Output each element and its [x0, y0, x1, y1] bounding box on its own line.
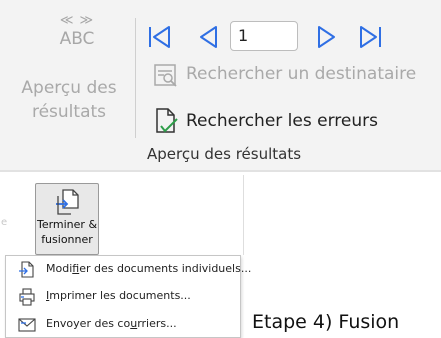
preview-chevrons: ≪ ≫ [59, 13, 95, 28]
preview-results-icon[interactable]: ≪ ≫ ABC [50, 14, 104, 54]
finish-merge-icon [56, 189, 79, 215]
group-separator [243, 175, 244, 255]
preview-label-line1: Aperçu des [21, 78, 117, 98]
menu-item-print-documents-label: Imprimer les documents... [46, 289, 191, 302]
first-record-icon [149, 26, 170, 48]
last-record-icon [360, 26, 381, 48]
envelope-icon [18, 316, 36, 334]
last-record-button[interactable] [357, 23, 383, 51]
next-record-icon [318, 26, 335, 48]
first-record-button[interactable] [147, 23, 173, 51]
preview-abc-text: ABC [59, 29, 95, 49]
partial-edge-char: e [1, 217, 8, 228]
menu-item-print-documents[interactable]: Imprimer les documents... [6, 285, 240, 309]
group-label-preview-results: Aperçu des résultats [147, 145, 302, 163]
mailings-ribbon: ≪ ≫ ABC Aperçu des résultats 1 Recherche… [0, 0, 441, 172]
label-part: mprimer les documents... [49, 289, 191, 302]
preview-label-line2: résultats [31, 102, 107, 122]
menu-item-edit-documents-label: Modifier des documents individuels... [46, 262, 251, 275]
previous-record-button[interactable] [196, 23, 222, 51]
record-number-input[interactable]: 1 [230, 21, 298, 51]
menu-item-send-emails-label: Envoyer des courriers... [46, 317, 177, 330]
finish-merge-menu: Modifier des documents individuels... Im… [5, 255, 251, 338]
printer-icon [18, 288, 36, 306]
record-number-value: 1 [238, 26, 249, 45]
ribbon-divider [0, 170, 441, 172]
menu-item-send-emails[interactable]: Envoyer des courriers... [6, 313, 240, 337]
finish-merge-line1: Terminer & [36, 218, 98, 231]
check-errors-icon [152, 106, 180, 134]
check-errors-button[interactable]: Rechercher les erreurs [186, 111, 378, 131]
next-record-button[interactable] [313, 23, 339, 51]
label-part: Envoyer des co [46, 317, 131, 330]
preview-results-button[interactable]: Aperçu des résultats [14, 76, 124, 124]
finish-merge-button[interactable]: Terminer & fusionner ⌄ [35, 183, 99, 261]
finish-merge-line2-text: fusionner [41, 233, 93, 246]
find-recipient-button[interactable]: Rechercher un destinataire [186, 64, 416, 84]
label-part: Modi [46, 262, 73, 275]
edit-documents-icon [18, 261, 36, 279]
partial-ribbon-edge: e [0, 175, 10, 255]
menu-item-edit-documents[interactable]: Modifier des documents individuels... [6, 258, 251, 282]
label-part: rriers... [137, 317, 177, 330]
ribbon-separator [135, 18, 136, 138]
find-recipient-icon [152, 62, 180, 90]
previous-record-icon [200, 26, 217, 48]
label-part: ier des documents individuels... [79, 262, 252, 275]
step-caption: Etape 4) Fusion [252, 311, 400, 333]
